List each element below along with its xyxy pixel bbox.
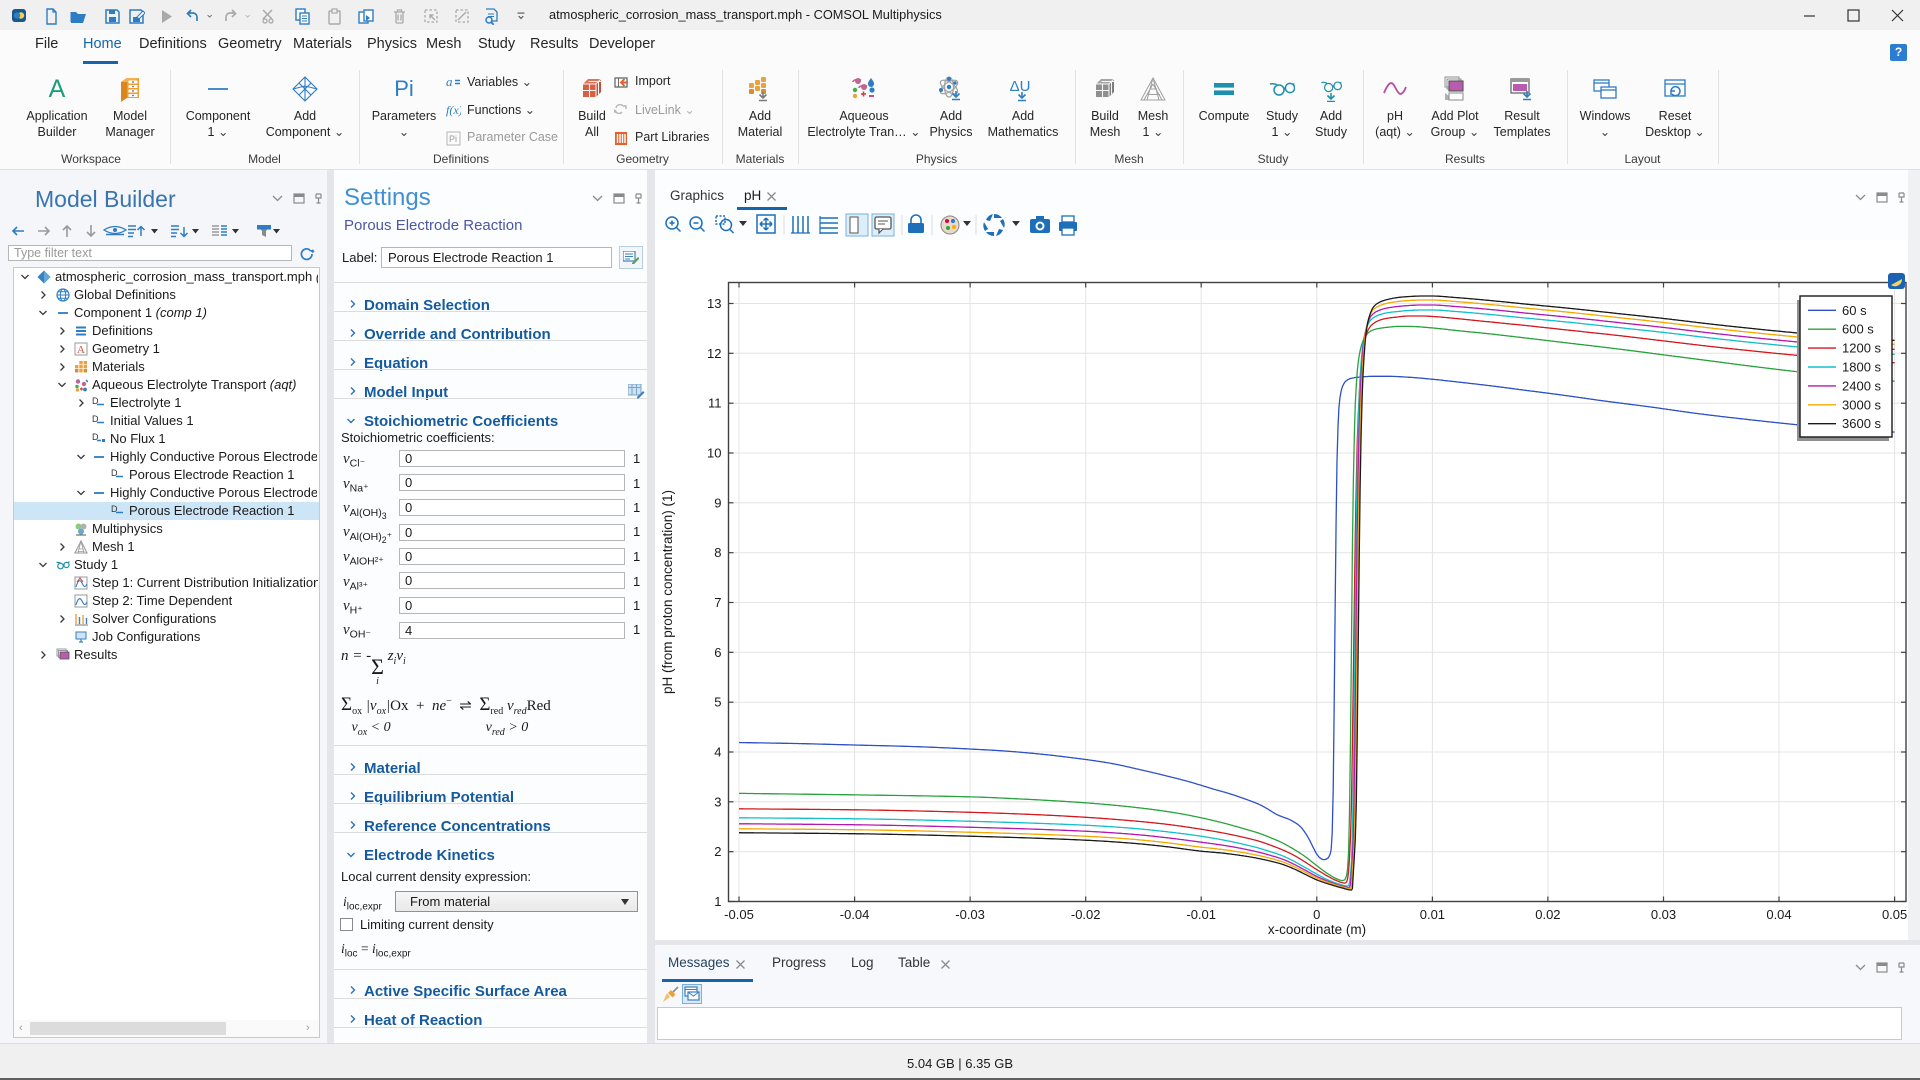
svg-text:10: 10: [707, 446, 721, 461]
svg-text:0.01: 0.01: [1420, 907, 1445, 922]
svg-text:4: 4: [714, 745, 721, 760]
svg-text:0.05: 0.05: [1882, 907, 1907, 922]
svg-text:13: 13: [707, 296, 721, 311]
svg-text:-0.01: -0.01: [1186, 907, 1216, 922]
svg-text:11: 11: [708, 396, 722, 411]
svg-text:3600 s: 3600 s: [1842, 416, 1882, 431]
svg-text:0.03: 0.03: [1651, 907, 1676, 922]
svg-text:9: 9: [714, 495, 721, 510]
svg-text:2: 2: [714, 844, 721, 859]
svg-text:600 s: 600 s: [1842, 322, 1874, 337]
svg-text:3000 s: 3000 s: [1842, 397, 1882, 412]
svg-text:-0.05: -0.05: [724, 907, 754, 922]
svg-text:6: 6: [714, 645, 721, 660]
svg-text:-0.04: -0.04: [840, 907, 870, 922]
svg-text:2400 s: 2400 s: [1842, 378, 1882, 393]
svg-text:3: 3: [714, 794, 721, 809]
svg-text:1200 s: 1200 s: [1842, 341, 1882, 356]
svg-text:1: 1: [714, 894, 721, 909]
svg-text:0.02: 0.02: [1535, 907, 1560, 922]
svg-text:pH (from proton concentration): pH (from proton concentration) (1): [660, 490, 675, 694]
svg-text:0: 0: [1313, 907, 1320, 922]
svg-text:1800 s: 1800 s: [1842, 360, 1882, 375]
svg-text:5: 5: [714, 695, 721, 710]
svg-text:x-coordinate (m): x-coordinate (m): [1268, 922, 1366, 937]
svg-text:-0.03: -0.03: [955, 907, 985, 922]
svg-text:60 s: 60 s: [1842, 303, 1867, 318]
svg-text:8: 8: [714, 545, 721, 560]
svg-text:12: 12: [707, 346, 721, 361]
svg-text:-0.02: -0.02: [1071, 907, 1101, 922]
svg-text:0.04: 0.04: [1766, 907, 1791, 922]
svg-text:7: 7: [714, 595, 721, 610]
